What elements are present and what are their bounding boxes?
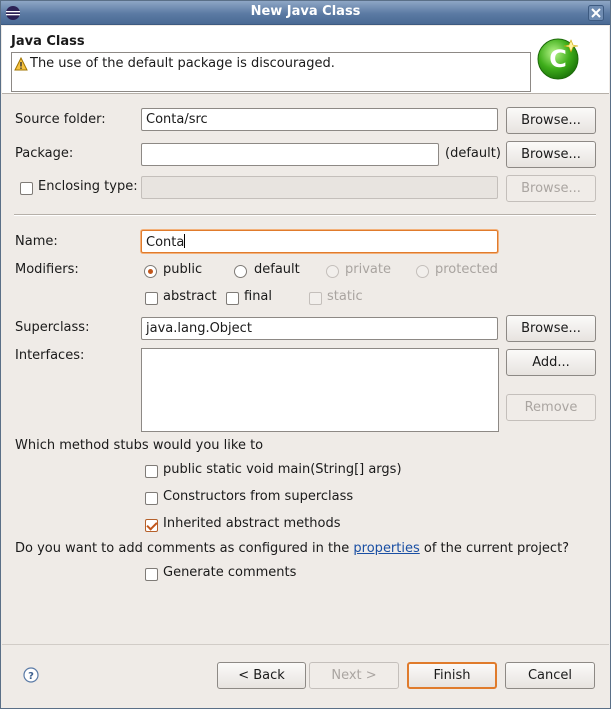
name-field[interactable]: Conta <box>141 230 498 253</box>
modifier-protected-radio <box>416 265 429 278</box>
warning-icon <box>14 57 28 71</box>
package-default-label: (default) <box>445 146 501 161</box>
source-folder-field[interactable]: Conta/src <box>141 108 498 131</box>
superclass-browse-button[interactable]: Browse... <box>506 315 596 342</box>
modifier-default-label: default <box>254 262 300 277</box>
modifier-private-label: private <box>345 262 391 277</box>
stub-constructors-label: Constructors from superclass <box>163 489 354 504</box>
window-title: New Java Class <box>250 4 361 19</box>
package-label: Package: <box>15 146 74 161</box>
stub-main-checkbox[interactable] <box>145 465 158 478</box>
modifier-protected-label: protected <box>435 262 498 277</box>
new-class-icon: C <box>537 38 579 80</box>
text-caret <box>184 234 186 248</box>
modifier-final-checkbox[interactable] <box>226 292 239 305</box>
stub-main-label: public static void main(String[] args) <box>163 462 402 477</box>
title-bar[interactable]: New Java Class <box>1 1 610 25</box>
modifier-private-radio <box>326 265 339 278</box>
modifier-static-label: static <box>327 289 363 304</box>
banner-title: Java Class <box>11 34 85 49</box>
enclosing-type-label: Enclosing type: <box>38 179 138 194</box>
method-stubs-question: Which method stubs would you like to <box>15 438 264 453</box>
stub-constructors-checkbox[interactable] <box>145 492 158 505</box>
comments-question-end: of the current project? <box>419 541 570 556</box>
banner-message-box: The use of the default package is discou… <box>11 52 531 92</box>
banner-message: The use of the default package is discou… <box>30 56 335 71</box>
footer-separator <box>2 644 609 645</box>
generate-comments-label: Generate comments <box>163 565 297 580</box>
back-button[interactable]: < Back <box>217 662 306 689</box>
modifier-default-radio[interactable] <box>234 265 247 278</box>
new-java-class-dialog: New Java Class Java Class The use of the… <box>0 0 611 709</box>
modifier-abstract-checkbox[interactable] <box>145 292 158 305</box>
enclosing-type-browse-button: Browse... <box>506 175 596 202</box>
enclosing-type-checkbox[interactable] <box>20 182 33 195</box>
name-label: Name: <box>15 234 58 249</box>
finish-button[interactable]: Finish <box>407 662 497 689</box>
source-folder-browse-button[interactable]: Browse... <box>506 107 596 134</box>
separator <box>14 214 596 216</box>
modifier-abstract-label: abstract <box>163 289 217 304</box>
superclass-field[interactable]: java.lang.Object <box>141 317 498 340</box>
modifier-static-checkbox <box>309 292 322 305</box>
generate-comments-checkbox[interactable] <box>145 568 158 581</box>
interfaces-label: Interfaces: <box>15 348 85 363</box>
cancel-button[interactable]: Cancel <box>505 662 595 689</box>
modifiers-label: Modifiers: <box>15 262 79 277</box>
modifier-public-radio[interactable] <box>144 265 157 278</box>
svg-text:C: C <box>549 45 567 73</box>
wizard-banner: Java Class The use of the default packag… <box>2 26 609 94</box>
close-icon[interactable] <box>588 5 604 21</box>
comments-question-start: Do you want to add comments as configure… <box>15 541 354 556</box>
help-icon[interactable]: ? <box>23 667 39 683</box>
next-button: Next > <box>309 662 399 689</box>
superclass-label: Superclass: <box>15 320 90 335</box>
interfaces-remove-button: Remove <box>506 394 596 421</box>
package-field[interactable] <box>141 143 439 166</box>
modifier-final-label: final <box>244 289 273 304</box>
package-browse-button[interactable]: Browse... <box>506 141 596 168</box>
svg-text:?: ? <box>28 671 34 682</box>
source-folder-label: Source folder: <box>15 112 106 127</box>
name-field-value: Conta <box>146 235 185 250</box>
modifier-public-label: public <box>163 262 203 277</box>
interfaces-list[interactable] <box>141 348 499 432</box>
properties-link[interactable]: properties <box>353 541 419 556</box>
comments-question: Do you want to add comments as configure… <box>15 541 569 556</box>
enclosing-type-field <box>141 176 498 199</box>
stub-inherited-abstract-label: Inherited abstract methods <box>163 516 341 531</box>
stub-inherited-abstract-checkbox[interactable] <box>145 519 158 532</box>
interfaces-add-button[interactable]: Add... <box>506 349 596 376</box>
